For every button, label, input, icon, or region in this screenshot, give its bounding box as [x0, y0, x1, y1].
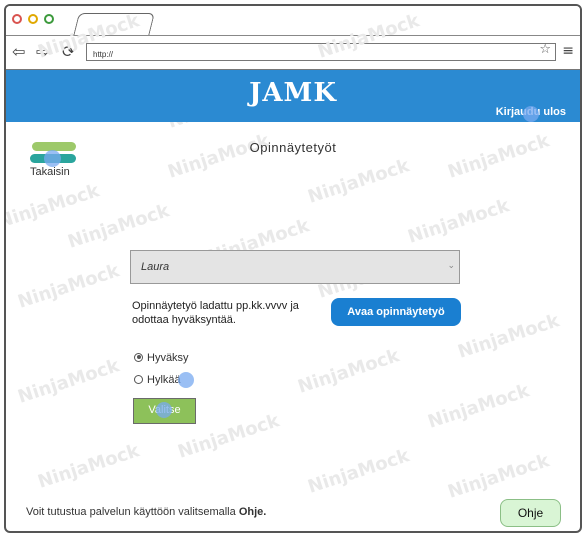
footer-text: Voit tutustua palvelun käyttöön valitsem… — [26, 506, 236, 518]
cursor-highlight — [178, 372, 194, 388]
reject-radio-label: Hylkää — [147, 374, 181, 386]
radio-unchecked-icon[interactable] — [134, 374, 143, 384]
reject-radio[interactable]: Hylkää — [134, 374, 181, 386]
tab-divider — [6, 35, 580, 36]
minimize-window-icon[interactable] — [28, 14, 38, 24]
maximize-window-icon[interactable] — [44, 14, 54, 24]
browser-tab[interactable] — [73, 13, 155, 36]
approve-radio-label: Hyväksy — [147, 352, 189, 364]
app-header: JAMK Kirjaudu ulos — [6, 70, 580, 122]
watermark: NinjaMock — [305, 445, 412, 498]
thesis-status-text: Opinnäytetyö ladattu pp.kk.vvvv ja odott… — [132, 300, 299, 326]
watermark: NinjaMock — [15, 355, 122, 408]
forward-arrow-icon[interactable]: ⇨ — [36, 42, 49, 62]
close-window-icon[interactable] — [12, 14, 22, 24]
student-select[interactable]: Laura ⌄ — [130, 250, 460, 284]
watermark: NinjaMock — [305, 155, 412, 208]
star-icon[interactable]: ☆ — [539, 42, 551, 57]
page-title: Opinnäytetyöt — [249, 140, 337, 155]
watermark: NinjaMock — [65, 200, 172, 253]
chevron-down-icon: ⌄ — [447, 260, 455, 270]
browser-titlebar — [6, 6, 580, 38]
url-input[interactable] — [87, 47, 513, 62]
watermark: NinjaMock — [405, 195, 512, 248]
watermark: NinjaMock — [445, 130, 552, 183]
hamburger-menu-icon[interactable]: ≡ — [562, 43, 574, 59]
browser-navbar: ⇦ ⇨ ⟳ ☆ ≡ — [6, 37, 580, 70]
open-thesis-button[interactable]: Avaa opinnäytetyö — [331, 298, 461, 326]
watermark: NinjaMock — [295, 345, 402, 398]
watermark: NinjaMock — [15, 260, 122, 313]
watermark: NinjaMock — [455, 310, 562, 363]
student-select-value: Laura — [141, 261, 170, 273]
cursor-highlight — [523, 106, 539, 122]
brand-logo: JAMK — [249, 78, 337, 108]
watermark: NinjaMock — [445, 450, 552, 503]
approve-radio[interactable]: Hyväksy — [134, 352, 189, 364]
back-button-label: Takaisin — [30, 166, 70, 178]
watermark: NinjaMock — [165, 130, 272, 183]
watermark: NinjaMock — [4, 180, 102, 233]
reload-icon[interactable]: ⟳ — [62, 42, 75, 62]
address-bar[interactable]: ☆ — [86, 42, 556, 62]
footer-help-text: Voit tutustua palvelun käyttöön valitsem… — [26, 506, 266, 518]
watermark: NinjaMock — [35, 440, 142, 493]
browser-window: ⇦ ⇨ ⟳ ☆ ≡ NinjaMock NinjaMock NinjaMock … — [4, 4, 582, 533]
radio-checked-icon[interactable] — [134, 352, 143, 362]
cursor-highlight — [156, 402, 172, 418]
back-button-bottom-bar — [30, 150, 76, 167]
watermark: NinjaMock — [425, 380, 532, 433]
back-arrow-icon[interactable]: ⇦ — [12, 42, 25, 62]
footer-help-word: Ohje. — [238, 506, 267, 518]
help-button[interactable]: Ohje — [500, 499, 561, 527]
